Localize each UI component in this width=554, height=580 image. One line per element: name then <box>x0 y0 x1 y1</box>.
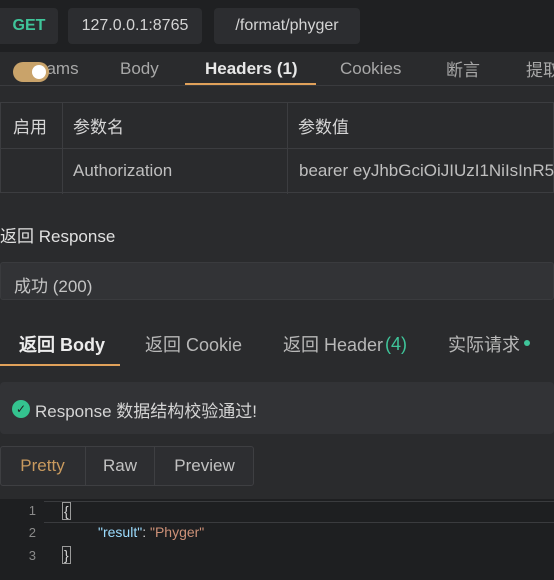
tabs-divider <box>0 85 554 86</box>
json-colon: : <box>142 524 150 540</box>
active-response-tab-indicator <box>0 364 120 366</box>
line-number: 2 <box>28 525 36 540</box>
tab-response-header-label: 返回 Header <box>283 335 384 355</box>
line-number: 1 <box>28 503 36 518</box>
status-dot-icon <box>524 340 530 346</box>
pretty-button[interactable]: Pretty <box>0 446 85 486</box>
tab-actual-request-label: 实际请求 <box>448 335 520 355</box>
method-select[interactable]: GET <box>0 8 58 44</box>
tab-body[interactable]: Body <box>120 52 159 85</box>
header-enabled-toggle[interactable] <box>13 62 49 82</box>
preview-button[interactable]: Preview <box>155 446 254 486</box>
column-header-value: 参数值 <box>298 118 349 137</box>
tab-response-header[interactable]: 返回 Header (4) <box>283 326 407 362</box>
tab-cookies[interactable]: Cookies <box>340 52 401 85</box>
tab-response-cookie[interactable]: 返回 Cookie <box>145 326 242 362</box>
column-header-enabled: 启用 <box>13 118 47 137</box>
code-line-3: } <box>62 546 71 564</box>
line-number: 3 <box>28 548 36 563</box>
response-title: 返回 Response <box>0 227 116 246</box>
request-tabs: Params Body Headers (1) Cookies 断言 提取 <box>0 52 554 85</box>
tab-actual-request[interactable]: 实际请求 <box>448 326 530 362</box>
json-key: "result" <box>98 524 143 540</box>
current-line-highlight <box>44 501 554 523</box>
json-value: "Phyger" <box>149 524 205 540</box>
raw-button[interactable]: Raw <box>86 446 154 486</box>
tab-response-body[interactable]: 返回 Body <box>19 326 105 362</box>
tab-headers[interactable]: Headers (1) <box>205 52 298 85</box>
code-line-1: { <box>62 502 71 520</box>
open-brace: { <box>62 502 71 520</box>
validation-message: Response 数据结构校验通过! <box>35 402 257 421</box>
path-field[interactable]: /format/phyger <box>214 8 360 44</box>
active-tab-indicator <box>185 83 316 85</box>
tab-extract[interactable]: 提取 <box>526 52 554 85</box>
tab-assertions[interactable]: 断言 <box>446 52 480 85</box>
code-line-2: "result": "Phyger" <box>98 524 204 540</box>
toggle-knob <box>32 65 46 79</box>
host-field[interactable]: 127.0.0.1:8765 <box>68 8 202 44</box>
header-value-cell[interactable]: bearer eyJhbGciOiJIUzI1NiIsInR5cCI6 <box>299 149 554 193</box>
response-tabs: 返回 Body 返回 Cookie 返回 Header (4) 实际请求 <box>0 326 554 366</box>
header-name-cell[interactable]: Authorization <box>73 149 283 193</box>
column-header-name: 参数名 <box>73 118 124 137</box>
header-count-badge: (4) <box>385 333 408 354</box>
check-circle-icon: ✓ <box>12 400 30 418</box>
headers-table: 启用 参数名 参数值 Authorization bearer eyJhbGci… <box>0 102 554 194</box>
status-text: 成功 (200) <box>14 277 93 296</box>
close-brace: } <box>62 546 71 564</box>
